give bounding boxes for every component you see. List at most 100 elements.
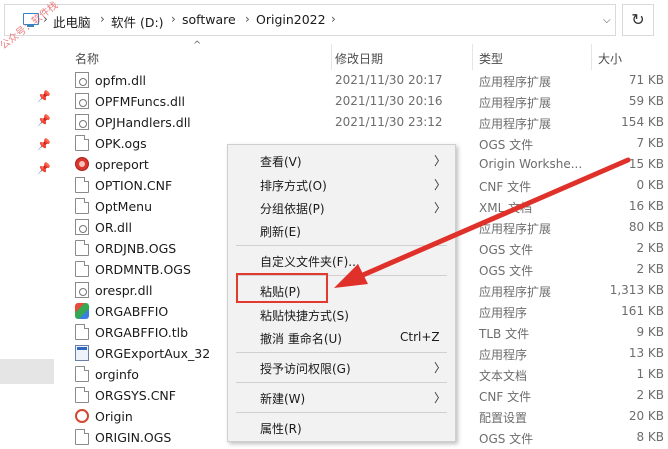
column-type[interactable]: 类型 (479, 50, 503, 67)
menu-item-refresh[interactable]: 刷新(E) (228, 219, 455, 241)
menu-separator (236, 245, 447, 246)
column-divider[interactable] (591, 44, 592, 70)
file-type: Origin Workshe... (479, 157, 583, 171)
document-icon (75, 429, 89, 445)
file-row[interactable]: opfm.dll 2021/11/30 20:17 应用程序扩展 71 KB (64, 70, 668, 91)
dll-file-icon (75, 282, 89, 298)
chevron-right-icon: 〉 (434, 154, 447, 168)
address-bar[interactable]: › 此电脑 › 软件 (D:) › software › Origin2022 … (4, 4, 616, 36)
column-divider[interactable] (331, 44, 332, 70)
file-size: 154 KB (621, 115, 664, 129)
file-size: 80 KB (628, 220, 664, 234)
chevron-right-icon: 〉 (434, 361, 447, 375)
nav-selected-item[interactable] (0, 359, 54, 384)
file-name: ORGSYS.CNF (95, 388, 176, 403)
file-name: OPFMFuncs.dll (95, 94, 185, 109)
origin-worksheet-icon (75, 157, 89, 171)
chevron-right-icon: 〉 (434, 201, 447, 215)
file-name: OR.dll (95, 220, 132, 235)
chevron-down-icon[interactable]: ⌵ (603, 15, 611, 26)
column-date[interactable]: 修改日期 (335, 50, 383, 67)
file-row[interactable]: OPJHandlers.dll 2021/11/30 23:12 应用程序扩展 154… (64, 112, 668, 133)
file-type: CNF 文件 (479, 390, 532, 404)
file-name: OptMenu (95, 199, 152, 214)
file-name: OPJHandlers.dll (95, 115, 191, 130)
menu-item-sort-by[interactable]: 排序方式(O) 〉 (228, 173, 455, 195)
column-size[interactable]: 大小 (598, 50, 622, 67)
breadcrumb-separator-icon: › (171, 12, 176, 26)
file-name: opreport (95, 157, 149, 172)
file-type: OGS 文件 (479, 243, 534, 257)
menu-item-undo-rename[interactable]: 撤消 重命名(U) Ctrl+Z (228, 326, 455, 348)
breadcrumb-this-pc[interactable]: 此电脑 (53, 12, 91, 31)
file-size: 161 KB (621, 304, 664, 318)
pin-icon[interactable]: 📌 (37, 138, 51, 152)
refresh-button[interactable]: ↻ (622, 4, 654, 36)
chevron-right-icon: 〉 (434, 391, 447, 405)
menu-item-properties[interactable]: 属性(R) (228, 416, 455, 438)
file-type: OGS 文件 (479, 432, 534, 446)
file-type: 应用程序扩展 (479, 96, 552, 110)
file-size: 2 KB (636, 262, 664, 276)
file-type: 应用程序 (479, 348, 528, 362)
menu-item-paste-shortcut[interactable]: 粘贴快捷方式(S) (228, 303, 455, 325)
file-date: 2021/11/30 23:12 (335, 115, 443, 129)
address-bar-region: › 此电脑 › 软件 (D:) › software › Origin2022 … (0, 0, 668, 42)
column-name[interactable]: 名称 (75, 50, 99, 67)
document-icon (75, 135, 89, 151)
file-size: 8 KB (636, 430, 664, 444)
application-icon (75, 345, 89, 361)
file-size: 0 KB (636, 178, 664, 192)
menu-separator (236, 352, 447, 353)
file-name: orespr.dll (95, 283, 153, 298)
dll-file-icon (75, 219, 89, 235)
file-size: 13 KB (628, 346, 664, 360)
file-name: ORDJNB.OGS (95, 241, 177, 256)
pin-icon[interactable]: 📌 (37, 114, 51, 128)
column-divider[interactable] (472, 44, 473, 70)
file-name: opfm.dll (95, 73, 147, 88)
breadcrumb-origin2022[interactable]: Origin2022 (256, 12, 326, 27)
origin-logo-icon (75, 409, 89, 423)
file-size: 1 KB (636, 367, 664, 381)
file-row[interactable]: OPFMFuncs.dll 2021/11/30 20:16 应用程序扩展 59 KB (64, 91, 668, 112)
file-size: 2 KB (636, 388, 664, 402)
menu-item-customize-folder[interactable]: 自定义文件夹(F)... (228, 249, 455, 271)
dll-file-icon (75, 114, 89, 130)
dll-file-icon (75, 93, 89, 109)
chevron-right-icon: 〉 (434, 178, 447, 192)
document-icon (75, 324, 89, 340)
file-size: 15 KB (628, 157, 664, 171)
menu-item-view[interactable]: 查看(V) 〉 (228, 149, 455, 171)
menu-item-grant-access[interactable]: 授予访问权限(G) 〉 (228, 356, 455, 378)
column-header: ^ 名称 修改日期 类型 大小 (64, 40, 668, 70)
file-type: 应用程序扩展 (479, 285, 552, 299)
shortcut-label: Ctrl+Z (400, 330, 440, 344)
pin-icon[interactable]: 📌 (37, 90, 51, 104)
file-name: OPK.ogs (95, 136, 147, 151)
file-type: 应用程序扩展 (479, 117, 552, 131)
document-icon (75, 366, 89, 382)
file-name: ORGABFFIO (95, 304, 169, 319)
file-type: 应用程序 (479, 306, 528, 320)
file-type: XML 文档 (479, 201, 533, 215)
file-date: 2021/11/30 20:16 (335, 94, 443, 108)
file-type: 配置设置 (479, 411, 528, 425)
menu-item-new[interactable]: 新建(W) 〉 (228, 386, 455, 408)
file-size: 71 KB (628, 73, 664, 87)
breadcrumb-software[interactable]: software (182, 12, 236, 27)
document-icon (75, 387, 89, 403)
document-icon (75, 198, 89, 214)
breadcrumb-separator-icon: › (245, 12, 250, 26)
sort-ascending-icon: ^ (193, 40, 202, 51)
paste-highlight-box (236, 273, 328, 303)
file-type: 应用程序扩展 (479, 222, 552, 236)
file-name: orginfo (95, 367, 139, 382)
pin-icon[interactable]: 📌 (37, 162, 51, 176)
file-type: 文本文档 (479, 369, 528, 383)
file-size: 9 KB (636, 325, 664, 339)
breadcrumb-drive-d[interactable]: 软件 (D:) (111, 12, 164, 31)
menu-item-group-by[interactable]: 分组依据(P) 〉 (228, 196, 455, 218)
navigation-pane[interactable]: 📌 📌 📌 📌 (0, 42, 54, 449)
application-color-icon (75, 303, 89, 319)
